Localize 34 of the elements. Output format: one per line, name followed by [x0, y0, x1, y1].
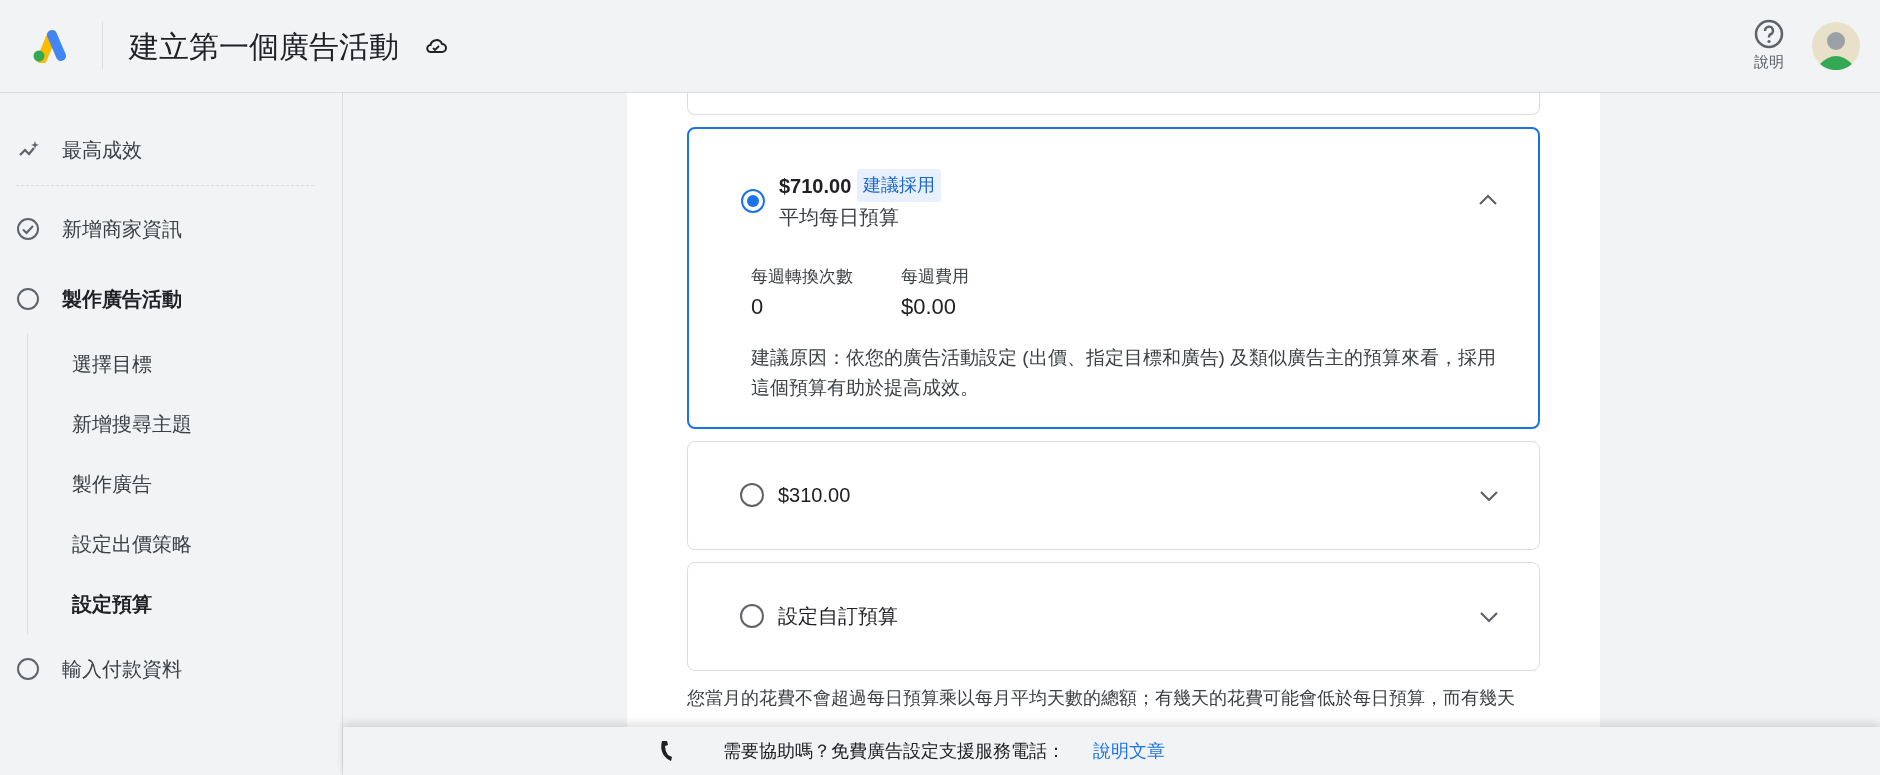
- cloud-check-icon: [425, 37, 447, 55]
- help-text: 需要協助嗎？免費廣告設定支援服務電話：: [723, 739, 1065, 763]
- radio-button[interactable]: [741, 188, 765, 213]
- metric-value: 0: [751, 292, 765, 321]
- page-title: 建立第一個廣告活動: [129, 28, 399, 65]
- budget-amount: $310.00: [778, 483, 851, 508]
- metric-label: 每週轉換次數: [751, 266, 854, 288]
- avatar[interactable]: [1812, 22, 1860, 70]
- sidebar-substep[interactable]: 製作廣告: [72, 454, 314, 514]
- metric-label: 每週費用: [901, 266, 970, 288]
- radio-button[interactable]: [740, 604, 764, 628]
- budget-amount: 設定自訂預算: [778, 604, 898, 629]
- sidebar-item[interactable]: 最高成效: [16, 123, 314, 177]
- phone-icon: [659, 740, 673, 762]
- sidebar-substep[interactable]: 選擇目標: [72, 334, 314, 394]
- budget-note: 您當月的花費不會超過每日預算乘以每月平均天數的總額；有幾天的花費可能會低於每日預算，而有幾天: [687, 686, 1516, 710]
- help-icon: [1754, 18, 1784, 49]
- sidebar-substep[interactable]: 新增搜尋主題: [72, 394, 314, 454]
- radio-button[interactable]: [740, 483, 764, 507]
- budget-option-card[interactable]: $310.00: [687, 440, 1540, 550]
- budget-amount: $710.00: [779, 173, 852, 199]
- help-article-link[interactable]: 說明文章: [1093, 737, 1165, 765]
- budget-subtitle: 平均每日預算: [779, 205, 900, 230]
- budget-option-card[interactable]: $710.00 建議採用 平均每日預算 每週轉換次數 0 每週費用 $0.00 建議原因：依您的廣告活動設定 (出價、指定目標和廣告) 及類似廣告主的預算來看，採用這個預算有助於提高成效。: [687, 127, 1540, 429]
- help-button[interactable]: 說明: [1754, 18, 1784, 74]
- sidebar-step[interactable]: 新增商家資訊: [16, 194, 314, 264]
- sidebar-step[interactable]: 輸入付款資料: [16, 634, 314, 704]
- metric-value: $0.00: [901, 292, 958, 321]
- sidebar-step[interactable]: 製作廣告活動: [16, 264, 314, 334]
- sidebar-substep[interactable]: 設定預算: [72, 574, 314, 634]
- recommended-badge: 建議採用: [857, 169, 942, 202]
- sidebar-substep[interactable]: 設定出價策略: [72, 514, 314, 574]
- budget-option-card[interactable]: 設定自訂預算: [687, 561, 1540, 671]
- recommendation-reason: 建議原因：依您的廣告活動設定 (出價、指定目標和廣告) 及類似廣告主的預算來看，採用這個預算有助於提高成效。: [751, 345, 1498, 400]
